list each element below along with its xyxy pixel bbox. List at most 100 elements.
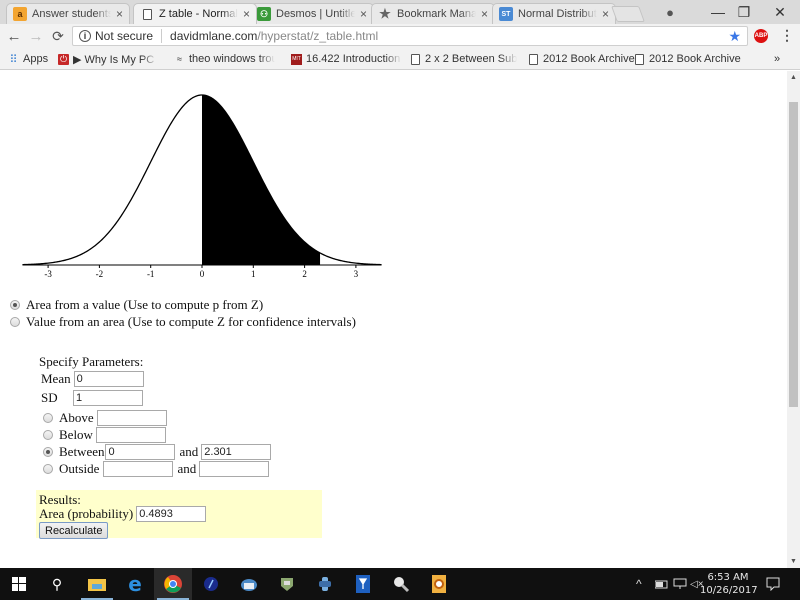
chrome-icon[interactable] [154,568,192,600]
radio-outside[interactable] [43,464,53,474]
edge-icon[interactable]: e [116,568,154,600]
radio-value-from-area[interactable] [10,317,20,327]
forward-button[interactable]: → [26,26,46,46]
tab-bookmark-manager[interactable]: ★ Bookmark Manag × [371,3,495,24]
above-row: Above [43,410,167,426]
wave-icon: ≈ [177,54,182,64]
scrollbar-thumb[interactable] [789,102,798,407]
desmos-icon: ⚇ [257,7,271,21]
radio-below[interactable] [43,430,53,440]
thunderbird-icon[interactable] [230,568,268,600]
url-path: /hyperstat/z_table.html [257,29,379,43]
radio-above[interactable] [43,413,53,423]
security-indicator[interactable]: i Not secure [73,29,163,43]
area-label: Area (probability) [39,506,134,521]
action-center-icon[interactable] [766,568,780,600]
bookmark-16-422[interactable]: MIT 16.422 Introduction - [291,52,402,66]
sd-input[interactable] [73,390,143,406]
bookmark-theo-windows[interactable]: ≈ theo windows trouble [174,52,275,66]
power-icon: ⏻ [58,53,69,65]
between-label: Between [59,444,105,459]
clock[interactable]: 6:53 AM 10/26/2017 [700,571,758,597]
outside-label: Outside [59,461,100,476]
bookmark-2012-book-archive[interactable]: 2012 Book Archive [528,52,635,66]
network-icon[interactable] [673,568,687,600]
bookmark-label: theo windows trouble [189,53,275,65]
scroll-down-arrow-icon[interactable]: ▼ [787,555,800,568]
url-text[interactable]: davidmlane.com/hyperstat/z_table.html [162,29,378,43]
outside-from-input[interactable] [103,461,174,477]
vertical-scrollbar[interactable]: ▲ ▼ [787,71,800,568]
bookmark-star-icon[interactable]: ★ [728,28,741,45]
x-tick-label: -3 [44,269,52,279]
bookmark-apps[interactable]: ⠿ Apps [8,52,48,66]
app-icon[interactable] [268,568,306,600]
results-panel: Results: Area (probability) Recalculate [36,490,322,539]
below-input[interactable] [95,427,166,443]
tab-desmos[interactable]: ⚇ Desmos | Untitled × [250,3,374,24]
app-icon[interactable] [192,568,230,600]
tab-normal-distribution[interactable]: ST Normal Distribut × [492,3,616,24]
below-row: Below [43,427,166,443]
reload-button[interactable]: ⟳ [48,26,68,46]
recalculate-button[interactable]: Recalculate [39,522,109,539]
x-tick-label: 1 [251,269,256,279]
answers-a-icon: a [13,7,27,21]
bookmark-why-is-my-pc-slow[interactable]: ⏻ ▶ Why Is My PC Slow [58,52,157,66]
params-heading: Specify Parameters: [39,354,144,369]
close-tab-icon[interactable]: × [116,7,123,21]
above-label: Above [59,410,94,425]
bookmark-label: 16.422 Introduction - [306,53,402,65]
back-button[interactable]: ← [4,26,24,46]
close-tab-icon[interactable]: × [602,7,609,21]
tab-answer-students[interactable]: a Answer students × [6,3,130,24]
bookmark-2012-book-archive-2[interactable]: 2012 Book Archive [634,52,741,66]
normal-distribution-chart: -3 -2 -1 0 1 2 3 [22,94,382,279]
outside-to-input[interactable] [199,461,270,477]
new-tab-button[interactable] [611,6,645,22]
windows-start-icon[interactable] [0,568,38,600]
scroll-up-arrow-icon[interactable]: ▲ [787,71,800,84]
tab-strip: a Answer students × Z table - Normal × ⚇… [0,0,800,24]
battery-icon[interactable] [655,568,669,600]
tray-chevron-icon[interactable]: ^ [636,568,642,600]
mean-label: Mean [41,371,71,386]
close-tab-icon[interactable]: × [481,7,488,21]
close-tab-icon[interactable]: × [243,7,250,21]
profile-icon[interactable]: ● [648,0,692,24]
radio-between[interactable] [43,447,53,457]
between-from-input[interactable] [105,444,176,460]
tab-label: Z table - Normal [159,8,238,20]
between-row: Between and [43,444,272,460]
area-row: Area (probability) [39,506,207,522]
bookmark-label: ▶ Why Is My PC Slow [73,53,157,66]
tab-z-table[interactable]: Z table - Normal × [133,3,257,24]
app-icon[interactable] [420,568,458,600]
close-tab-icon[interactable]: × [360,7,367,21]
close-window-button[interactable]: ✕ [758,0,800,24]
url-host: davidmlane.com [170,29,258,43]
app-icon[interactable] [306,568,344,600]
adblock-plus-icon[interactable]: ABP [754,29,768,43]
area-output[interactable] [136,506,207,522]
app-icon[interactable] [344,568,382,600]
between-to-input[interactable] [201,444,272,460]
mit-ocw-icon: MIT [291,53,302,65]
mode-option-area-from-value[interactable]: Area from a value (Use to compute p from… [10,297,263,313]
above-input[interactable] [96,410,167,426]
file-explorer-icon[interactable] [78,568,116,600]
search-icon[interactable]: ⚲ [38,568,76,600]
bookmarks-overflow-button[interactable]: » [774,52,780,66]
bookmark-2x2-between[interactable]: 2 x 2 Between Subjec [410,52,517,66]
x-tick-label: 0 [200,269,205,279]
apps-grid-icon: ⠿ [9,53,18,66]
address-bar[interactable]: i Not secure davidmlane.com/hyperstat/z_… [72,26,748,46]
mode-option-value-from-area[interactable]: Value from an area (Use to compute Z for… [10,314,356,330]
bookmarks-bar: ⠿ Apps ⏻ ▶ Why Is My PC Slow ≈ theo wind… [0,48,800,70]
mean-input[interactable] [73,371,144,387]
radio-area-from-value[interactable] [10,300,20,310]
x-tick-label: 2 [302,269,307,279]
app-icon[interactable] [382,568,420,600]
chrome-menu-icon[interactable]: ⋮ [780,27,794,44]
tab-label: Normal Distribut [518,8,597,20]
